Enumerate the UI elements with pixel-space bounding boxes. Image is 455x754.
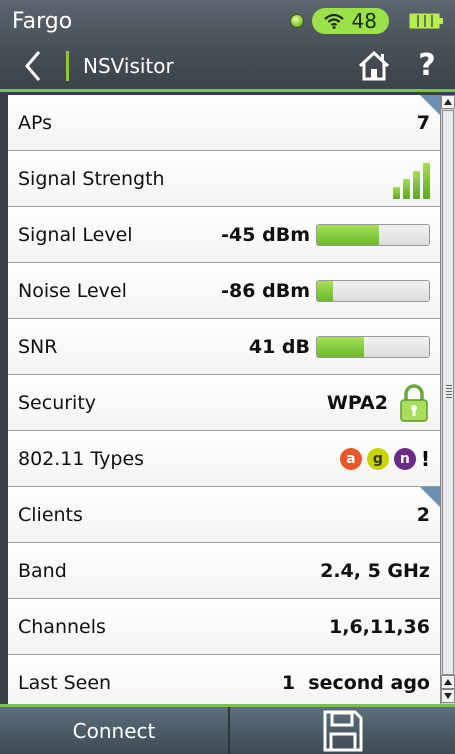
snr-bar bbox=[316, 335, 430, 358]
arrow-down-icon bbox=[444, 693, 452, 699]
connect-button[interactable]: Connect bbox=[0, 707, 230, 754]
security-value: WPA2 bbox=[326, 391, 388, 414]
signal-level-label: Signal Level bbox=[18, 223, 133, 246]
expand-corner-icon bbox=[420, 487, 440, 507]
last-seen-label: Last Seen bbox=[18, 671, 112, 694]
security-label: Security bbox=[18, 391, 97, 414]
row-aps[interactable]: APs 7 bbox=[8, 95, 440, 151]
noise-level-value: -86 dBm bbox=[221, 279, 310, 302]
snr-label: SNR bbox=[18, 335, 58, 358]
aps-label: APs bbox=[18, 111, 53, 134]
help-button[interactable]: ? bbox=[407, 41, 447, 91]
status-bar: Fargo 48 bbox=[0, 0, 455, 42]
status-indicator-icon bbox=[289, 14, 304, 28]
wifi-count: 48 bbox=[351, 9, 377, 33]
chevron-left-icon bbox=[25, 50, 41, 81]
title-divider bbox=[66, 50, 69, 81]
wifi-status-badge[interactable]: 48 bbox=[311, 8, 389, 34]
save-button[interactable] bbox=[230, 707, 455, 754]
row-signal-strength[interactable]: Signal Strength bbox=[8, 151, 440, 207]
wifi-icon bbox=[323, 13, 344, 29]
band-value: 2.4, 5 GHz bbox=[320, 559, 430, 582]
type-g-badge: g bbox=[366, 447, 389, 470]
grip-icon bbox=[446, 385, 452, 399]
home-button[interactable] bbox=[349, 41, 399, 91]
title-bar: NSVisitor ? bbox=[0, 42, 455, 92]
row-band[interactable]: Band 2.4, 5 GHz bbox=[8, 543, 440, 599]
types-label: 802.11 Types bbox=[18, 447, 145, 470]
lock-icon bbox=[400, 383, 428, 422]
signal-strength-label: Signal Strength bbox=[18, 167, 165, 190]
save-disk-icon bbox=[323, 710, 362, 751]
row-signal-level[interactable]: Signal Level -45 dBm bbox=[8, 207, 440, 263]
signal-level-bar bbox=[316, 223, 430, 246]
scroll-down-button[interactable] bbox=[441, 689, 455, 703]
scroll-up-button[interactable] bbox=[441, 95, 455, 109]
signal-level-value: -45 dBm bbox=[221, 223, 310, 246]
band-label: Band bbox=[18, 559, 67, 582]
scroll-thumb[interactable] bbox=[442, 110, 454, 675]
noise-level-bar bbox=[316, 279, 430, 302]
bottom-action-bar: Connect bbox=[0, 704, 455, 754]
scroll-up-button-bottom[interactable] bbox=[441, 675, 455, 689]
type-n-badge: n bbox=[393, 447, 416, 470]
channels-label: Channels bbox=[18, 615, 106, 638]
back-button[interactable] bbox=[0, 41, 66, 91]
noise-level-label: Noise Level bbox=[18, 279, 127, 302]
arrow-up-icon bbox=[444, 99, 452, 105]
scrollbar[interactable] bbox=[440, 95, 455, 704]
warning-mark: ! bbox=[420, 446, 430, 471]
row-security[interactable]: Security WPA2 bbox=[8, 375, 440, 431]
row-channels[interactable]: Channels 1,6,11,36 bbox=[8, 599, 440, 655]
last-seen-value: 1 second ago bbox=[281, 671, 430, 694]
device-name: Fargo bbox=[12, 8, 73, 34]
row-snr[interactable]: SNR 41 dB bbox=[8, 319, 440, 375]
channels-value: 1,6,11,36 bbox=[329, 615, 430, 638]
row-noise-level[interactable]: Noise Level -86 dBm bbox=[8, 263, 440, 319]
row-80211-types[interactable]: 802.11 Types a g n ! bbox=[8, 431, 440, 487]
expand-corner-icon bbox=[420, 95, 440, 115]
ap-detail-list[interactable]: APs 7 Signal Strength Signal Level -45 d… bbox=[8, 95, 440, 704]
page-title: NSVisitor bbox=[83, 53, 174, 78]
arrow-up-icon bbox=[444, 679, 452, 685]
snr-value: 41 dB bbox=[248, 335, 310, 358]
type-a-badge: a bbox=[339, 447, 362, 470]
home-icon bbox=[358, 50, 390, 80]
row-clients[interactable]: Clients 2 bbox=[8, 487, 440, 543]
row-last-seen[interactable]: Last Seen 1 second ago bbox=[8, 655, 440, 704]
signal-strength-icon bbox=[393, 159, 430, 199]
clients-label: Clients bbox=[18, 503, 83, 526]
battery-icon bbox=[409, 11, 445, 31]
